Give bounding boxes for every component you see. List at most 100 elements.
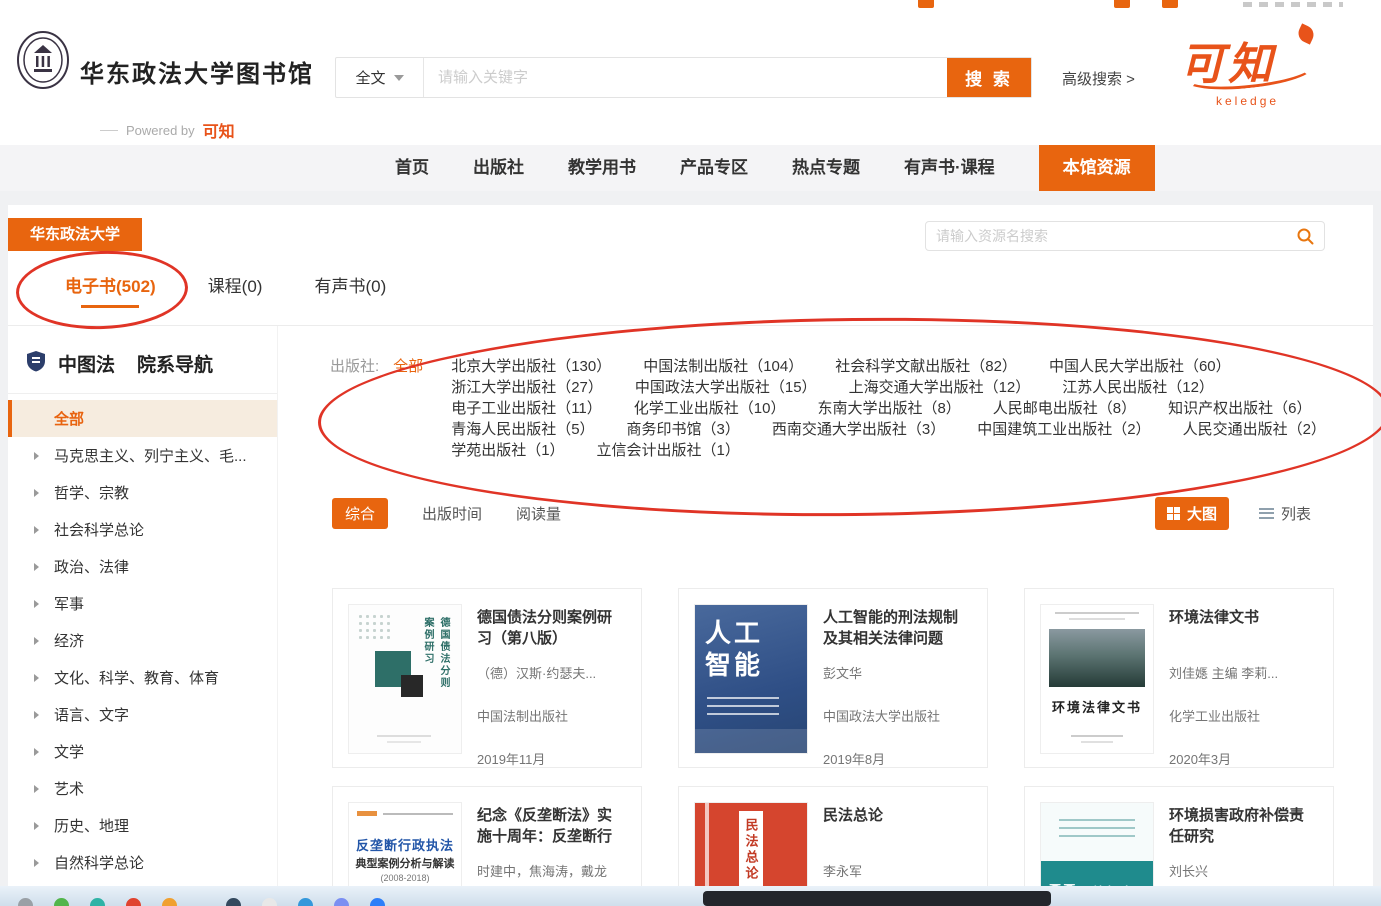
sidebar-item[interactable]: 文化、科学、教育、体育	[8, 659, 277, 696]
publisher-filter[interactable]: 学苑出版社（1）	[451, 440, 564, 461]
taskbar-icon[interactable]	[126, 898, 141, 906]
publisher-filter[interactable]: 江苏人民出版社（12）	[1062, 377, 1214, 398]
browser-extension-icon[interactable]	[1114, 0, 1130, 8]
book-title[interactable]: 德国债法分则案例研习（第八版）	[477, 607, 625, 649]
publisher-filter[interactable]: 电子工业出版社（11）	[451, 398, 602, 419]
publisher-filter[interactable]: 东南大学出版社（8）	[817, 398, 960, 419]
resource-search-input[interactable]	[936, 228, 1296, 244]
organization-tab[interactable]: 华东政法大学	[8, 218, 142, 251]
publisher-filter[interactable]: 知识产权出版社（6）	[1168, 398, 1311, 419]
book-title[interactable]: 环境法律文书	[1169, 607, 1317, 649]
publisher-row: 青海人民出版社（5） 商务印书馆（3） 西南交通大学出版社（3） 中国建筑工业出…	[451, 419, 1326, 440]
publisher-filter[interactable]: 中国政法大学出版社（15）	[635, 377, 817, 398]
sort-publish-time[interactable]: 出版时间	[422, 503, 482, 524]
publisher-filter[interactable]: 中国建筑工业出版社（2）	[977, 419, 1150, 440]
publisher-filter[interactable]: 立信会计出版社（1）	[597, 440, 740, 461]
sidebar-item-label: 哲学、宗教	[54, 482, 129, 503]
sidebar-item[interactable]: 马克思主义、列宁主义、毛...	[8, 437, 277, 474]
sidebar-item[interactable]: 自然科学总论	[8, 844, 277, 881]
taskbar-icon[interactable]	[334, 898, 349, 906]
nav-item-library-resources[interactable]: 本馆资源	[1039, 145, 1155, 191]
publisher-filter[interactable]: 青海人民出版社（5）	[451, 419, 594, 440]
book-title[interactable]: 纪念《反垄断法》实施十周年：反垄断行政...	[477, 805, 625, 847]
browser-extension-icon[interactable]	[918, 0, 934, 8]
publisher-filter[interactable]: 中国人民大学出版社（60）	[1049, 356, 1231, 377]
sidebar-item[interactable]: 军事	[8, 585, 277, 622]
search-input[interactable]	[424, 58, 947, 97]
taskbar-icon[interactable]	[54, 898, 69, 906]
book-author: 李永军	[823, 861, 971, 880]
publisher-filter[interactable]: 人民交通出版社（2）	[1183, 419, 1326, 440]
sidebar-item[interactable]: 社会科学总论	[8, 511, 277, 548]
nav-item-product-zone[interactable]: 产品专区	[680, 145, 748, 191]
resource-tabs: 电子书(502) 课程(0) 有声书(0)	[65, 272, 386, 308]
page: 华东政法大学图书馆 Powered by 可知 全文 搜 索 高级搜索 > 可知…	[0, 0, 1381, 906]
divider-line	[100, 130, 118, 131]
cover-pattern	[357, 809, 453, 819]
nav-item-hot-topics[interactable]: 热点专题	[792, 145, 860, 191]
search-icon[interactable]	[1296, 227, 1314, 245]
publisher-filter[interactable]: 化学工业出版社（10）	[634, 398, 786, 419]
publisher-filter-label: 出版社:	[330, 356, 379, 377]
taskbar-icon[interactable]	[370, 898, 385, 906]
nav-item-teaching-books[interactable]: 教学用书	[568, 145, 636, 191]
cover-title-text: 案例研习	[420, 617, 435, 665]
publisher-filter[interactable]: 中国法制出版社（104）	[643, 356, 803, 377]
taskbar-icon[interactable]	[262, 898, 277, 906]
book-author: 彭文华	[823, 663, 971, 682]
book-card[interactable]: 人工 智能 人工智能的刑法规制及其相关法律问题 彭文华 中国政法大学出版社 20…	[678, 588, 988, 768]
taskbar-icon[interactable]	[162, 898, 177, 906]
book-title[interactable]: 人工智能的刑法规制及其相关法律问题	[823, 607, 971, 649]
view-list-button[interactable]: 列表	[1259, 503, 1311, 524]
sidebar-item[interactable]: 历史、地理	[8, 807, 277, 844]
sort-read-count[interactable]: 阅读量	[516, 503, 561, 524]
tab-ebooks[interactable]: 电子书(502)	[65, 272, 156, 308]
nav-item-audiobooks-courses[interactable]: 有声书·课程	[904, 145, 995, 191]
sort-comprehensive[interactable]: 综合	[332, 498, 388, 529]
book-card[interactable]: 环境法律文书 环境法律文书 刘佳嫕 主编 李莉... 化学工业出版社 2020年…	[1024, 588, 1334, 768]
tab-courses[interactable]: 课程(0)	[208, 272, 263, 308]
publisher-filter[interactable]: 上海交通大学出版社（12）	[849, 377, 1031, 398]
advanced-search-link[interactable]: 高级搜索 >	[1062, 68, 1135, 89]
book-info: 环境法律文书 刘佳嫕 主编 李莉... 化学工业出版社 2020年3月	[1169, 605, 1317, 751]
cover-title-text: (2008-2018)	[349, 873, 461, 883]
sidebar-item[interactable]: 艺术	[8, 770, 277, 807]
publisher-filter[interactable]: 商务印书馆（3）	[627, 419, 740, 440]
taskbar-group[interactable]	[703, 891, 1051, 906]
publisher-filter[interactable]: 人民邮电出版社（8）	[993, 398, 1136, 419]
publisher-filter-all[interactable]: 全部	[393, 356, 423, 377]
keledge-logo[interactable]: 可知 keledge	[1180, 28, 1330, 128]
taskbar-icon[interactable]	[226, 898, 241, 906]
tab-audiobooks[interactable]: 有声书(0)	[314, 272, 386, 308]
sidebar-item[interactable]: 文学	[8, 733, 277, 770]
browser-strip	[0, 0, 1381, 10]
book-card[interactable]: 德国债法分则 案例研习 德国债法分则案例研习（第八版） （德）汉斯·约瑟夫...…	[332, 588, 642, 768]
taskbar-icon[interactable]	[90, 898, 105, 906]
main-nav: 首页 出版社 教学用书 产品专区 热点专题 有声书·课程 本馆资源	[0, 145, 1381, 191]
publisher-filter[interactable]: 北京大学出版社（130）	[451, 356, 611, 377]
sidebar-item[interactable]: 政治、法律	[8, 548, 277, 585]
sidebar-tab-departments[interactable]: 院系导航	[137, 350, 213, 377]
sidebar-item[interactable]: 哲学、宗教	[8, 474, 277, 511]
sidebar-item-label: 文学	[54, 741, 84, 762]
browser-extension-icon[interactable]	[1162, 0, 1178, 8]
publisher-filter[interactable]: 浙江大学出版社（27）	[451, 377, 603, 398]
caret-right-icon	[34, 600, 39, 608]
sidebar-item-label: 语言、文字	[54, 704, 129, 725]
publisher-filter[interactable]: 西南交通大学出版社（3）	[772, 419, 945, 440]
sidebar-item[interactable]: 经济	[8, 622, 277, 659]
book-title[interactable]: 环境损害政府补偿责任研究	[1169, 805, 1317, 847]
taskbar-icon[interactable]	[18, 898, 33, 906]
nav-item-publishers[interactable]: 出版社	[473, 145, 524, 191]
book-title[interactable]: 民法总论	[823, 805, 971, 847]
nav-item-home[interactable]: 首页	[395, 145, 429, 191]
sidebar-item[interactable]: 语言、文字	[8, 696, 277, 733]
cover-title-text: 德国债法分则	[436, 617, 451, 689]
view-large-button[interactable]: 大图	[1155, 497, 1229, 530]
taskbar-icon[interactable]	[298, 898, 313, 906]
search-button[interactable]: 搜 索	[947, 58, 1031, 97]
search-scope-select[interactable]: 全文	[336, 58, 424, 97]
sidebar-tab-clc[interactable]: 中图法	[58, 350, 115, 377]
sidebar-item-all[interactable]: 全部	[8, 400, 277, 437]
publisher-filter[interactable]: 社会科学文献出版社（82）	[835, 356, 1017, 377]
